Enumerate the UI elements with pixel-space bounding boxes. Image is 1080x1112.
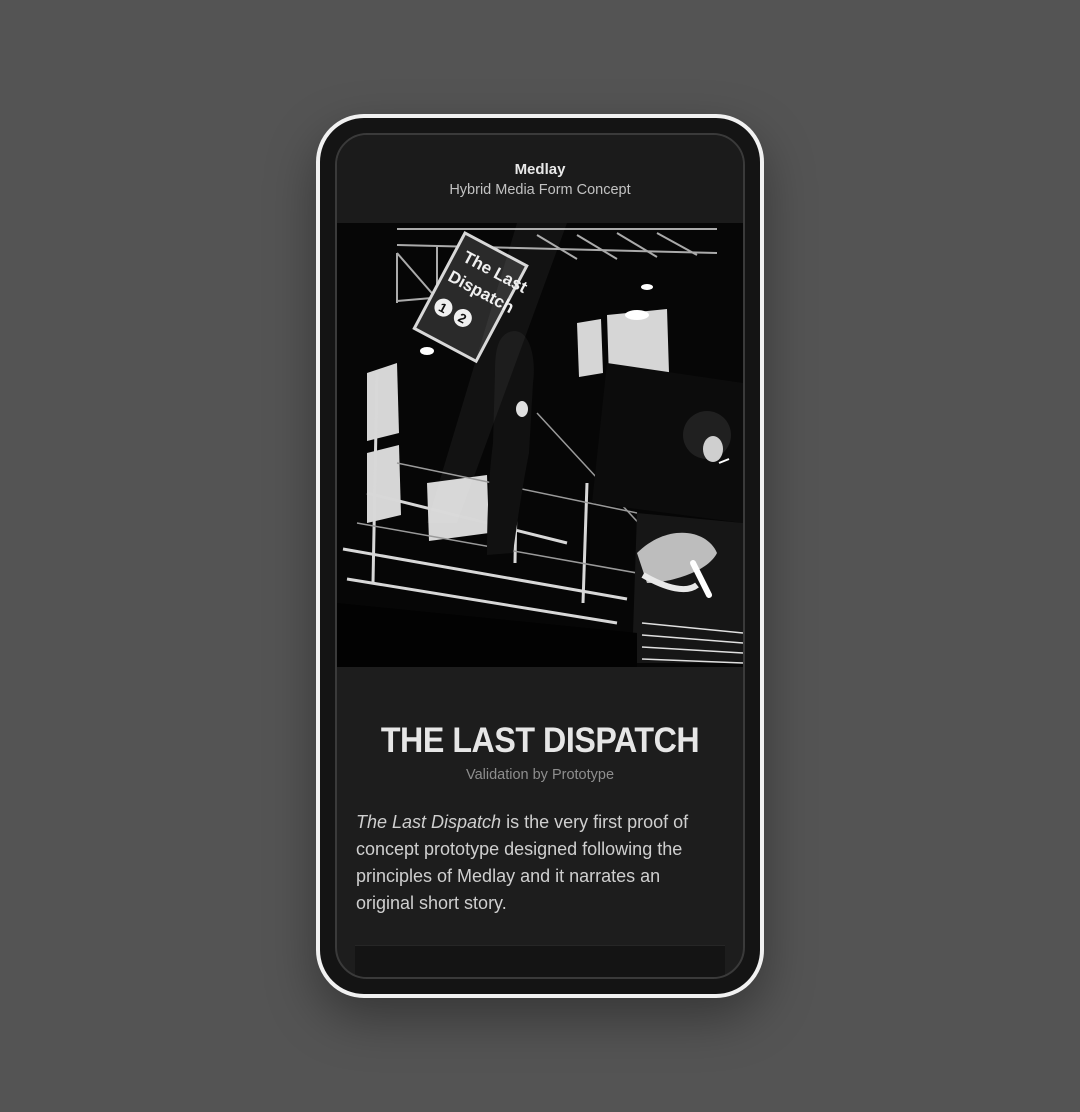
- phone-screen: Medlay Hybrid Media Form Concept The Las…: [335, 133, 745, 979]
- next-content-card[interactable]: [355, 945, 725, 977]
- story-section: THE LAST DISPATCH Validation by Prototyp…: [337, 667, 743, 947]
- story-description: The Last Dispatch is the very first proo…: [356, 809, 716, 917]
- app-subtitle: Hybrid Media Form Concept: [449, 182, 631, 198]
- story-title: THE LAST DISPATCH: [380, 721, 700, 760]
- story-subtitle: Validation by Prototype: [465, 767, 615, 783]
- app-title: Medlay: [514, 161, 566, 178]
- hero-image[interactable]: The Last Dispatch 1 2: [337, 223, 743, 667]
- story-description-italic: The Last Dispatch: [356, 812, 502, 832]
- app-header: Medlay Hybrid Media Form Concept: [337, 135, 743, 223]
